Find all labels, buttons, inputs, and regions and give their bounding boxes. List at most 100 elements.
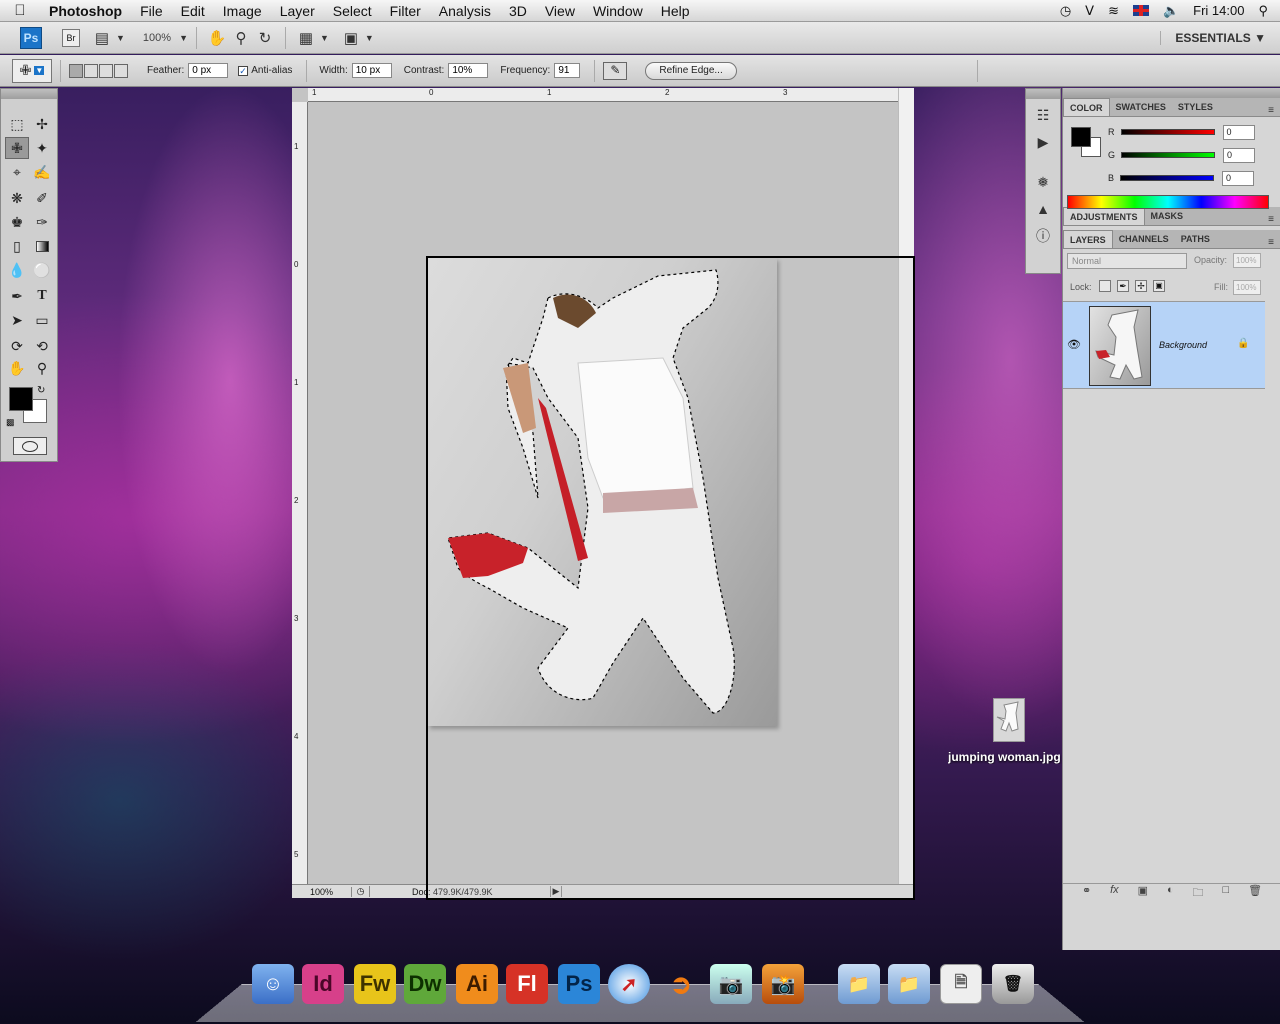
add-mask-icon[interactable]: ▣ — [1138, 884, 1148, 899]
fireworks-icon[interactable]: Fw — [354, 964, 396, 1004]
menu-app-name[interactable]: Photoshop — [40, 3, 131, 19]
volume-icon[interactable]: 🔈 — [1163, 3, 1179, 19]
zoom-tool-icon[interactable]: ⚲ — [30, 357, 54, 379]
chevron-down-icon[interactable]: ▼ — [320, 33, 329, 43]
subtract-from-selection-icon[interactable] — [99, 63, 113, 78]
spot-healing-icon[interactable]: ❋ — [5, 187, 29, 209]
dodge-tool-icon[interactable]: ⚪ — [30, 259, 54, 281]
new-layer-icon[interactable]: □ — [1222, 884, 1229, 899]
horizontal-ruler[interactable]: 1 0 1 2 3 — [308, 88, 898, 102]
rotate-view-icon[interactable]: ↻ — [253, 27, 277, 49]
flag-uk-icon[interactable] — [1132, 5, 1149, 16]
eraser-icon[interactable]: ▯ — [5, 235, 29, 257]
chevron-down-icon[interactable]: ▼ — [365, 33, 374, 43]
layer-row-background[interactable]: 👁 Background 🔒 — [1063, 301, 1265, 389]
green-value-input[interactable]: 0 — [1223, 147, 1256, 163]
pen-tool-icon[interactable]: ✒ — [5, 285, 29, 307]
illustrator-icon[interactable]: Ai — [456, 964, 498, 1004]
link-layers-icon[interactable]: ⚭ — [1082, 884, 1091, 899]
menu-edit[interactable]: Edit — [172, 3, 214, 19]
3d-orbit-icon[interactable]: ⟲ — [30, 335, 54, 357]
actions-panel-icon[interactable]: ▶ — [1031, 131, 1055, 153]
hand-tool-icon[interactable]: ✋ — [205, 27, 229, 49]
photo-canvas[interactable] — [428, 258, 777, 726]
zoom-tool-icon[interactable]: ⚲ — [229, 27, 253, 49]
trash-icon[interactable]: 🗑 — [992, 964, 1034, 1004]
tab-layers[interactable]: LAYERS — [1063, 230, 1113, 248]
layer-name[interactable]: Background — [1159, 340, 1207, 350]
safari-icon[interactable]: ➚ — [608, 964, 650, 1004]
path-selection-icon[interactable]: ➤ — [5, 309, 29, 331]
brush-tool-icon[interactable]: ✐ — [30, 187, 54, 209]
frequency-input[interactable] — [554, 63, 581, 78]
toolbox-header[interactable] — [1, 89, 57, 99]
default-colors-icon[interactable]: ▩ — [6, 417, 15, 428]
tab-masks[interactable]: MASKS — [1145, 207, 1190, 225]
tool-preset-picker[interactable]: ✙ ▼ — [12, 58, 52, 83]
tab-styles[interactable]: STYLES — [1172, 98, 1219, 116]
menu-filter[interactable]: Filter — [381, 3, 430, 19]
move-tool-icon[interactable]: ✢ — [30, 113, 54, 135]
tablet-pressure-icon[interactable]: ✎ — [603, 61, 628, 80]
tab-paths[interactable]: PATHS — [1175, 230, 1216, 248]
lock-position-icon[interactable]: ✢ — [1135, 280, 1147, 292]
workspace-switcher[interactable]: ESSENTIALS ▼ — [1160, 30, 1280, 45]
status-zoom[interactable]: 100% — [292, 886, 352, 897]
blue-slider[interactable] — [1120, 175, 1215, 181]
applications-folder-icon[interactable]: 📁 — [838, 964, 880, 1004]
navigator-panel-icon[interactable]: ❅ — [1031, 171, 1055, 193]
add-to-selection-icon[interactable] — [84, 63, 98, 78]
menu-window[interactable]: Window — [584, 3, 652, 19]
marquee-tool-icon[interactable]: ⬚ — [5, 113, 29, 135]
blur-tool-icon[interactable]: 💧 — [5, 259, 29, 281]
menu-3d[interactable]: 3D — [500, 3, 536, 19]
contrast-input[interactable] — [448, 63, 489, 78]
screen-mode-icon[interactable]: ▣ — [339, 27, 363, 49]
history-panel-icon[interactable]: ☷ — [1031, 104, 1055, 126]
3d-rotate-icon[interactable]: ⟳ — [5, 335, 29, 357]
menu-view[interactable]: View — [536, 3, 584, 19]
chevron-down-icon[interactable]: ▼ — [116, 33, 125, 43]
blend-mode-select[interactable]: Normal — [1067, 253, 1187, 269]
zoom-level-select[interactable]: 100% — [143, 32, 171, 44]
refine-edge-button[interactable]: Refine Edge... — [645, 61, 737, 80]
bridge-button[interactable]: Br — [62, 28, 80, 47]
photoshop-icon[interactable]: Ps — [558, 964, 600, 1004]
finder-icon[interactable]: ☺ — [252, 964, 294, 1004]
menu-file[interactable]: File — [131, 3, 172, 19]
acrobat-pdf-icon[interactable]: ➲ — [660, 964, 702, 1004]
menu-analysis[interactable]: Analysis — [430, 3, 500, 19]
magic-wand-icon[interactable]: ✦ — [30, 137, 54, 159]
delete-layer-icon[interactable]: 🗑 — [1248, 884, 1262, 899]
blue-value-input[interactable]: 0 — [1222, 170, 1255, 186]
apple-icon[interactable]:  — [0, 2, 40, 19]
menu-image[interactable]: Image — [214, 3, 271, 19]
view-extras-icon[interactable]: ▤ — [90, 27, 114, 49]
menu-help[interactable]: Help — [652, 3, 699, 19]
red-slider[interactable] — [1120, 129, 1215, 135]
type-tool-icon[interactable]: T — [30, 285, 54, 307]
time-machine-icon[interactable]: ◷ — [1060, 3, 1071, 19]
width-input[interactable] — [351, 63, 392, 78]
panel-menu-icon[interactable]: ≡ — [1268, 214, 1280, 225]
gradient-tool-icon[interactable] — [30, 235, 54, 257]
pdf-stack-icon[interactable]: 🗎 — [940, 964, 982, 1004]
menu-select[interactable]: Select — [324, 3, 381, 19]
rectangle-tool-icon[interactable]: ▭ — [30, 309, 54, 331]
layer-style-icon[interactable]: fx — [1110, 884, 1119, 899]
opacity-input[interactable]: 100% — [1233, 253, 1261, 268]
clock[interactable]: Fri 14:00 — [1193, 3, 1244, 18]
arrange-documents-icon[interactable]: ▦ — [294, 27, 318, 49]
iphoto-icon[interactable]: 📷 — [710, 964, 752, 1004]
dreamweaver-icon[interactable]: Dw — [404, 964, 446, 1004]
menu-layer[interactable]: Layer — [271, 3, 324, 19]
tab-color[interactable]: COLOR — [1063, 98, 1110, 116]
tab-adjustments[interactable]: ADJUSTMENTS — [1063, 207, 1145, 225]
hand-tool-icon[interactable]: ✋ — [5, 357, 29, 379]
lasso-tool-icon[interactable]: ✙ — [5, 137, 29, 159]
lock-all-icon[interactable]: ▣ — [1153, 280, 1165, 292]
wifi-icon[interactable]: ≋ — [1108, 3, 1119, 19]
intersect-selection-icon[interactable] — [114, 63, 128, 78]
indesign-icon[interactable]: Id — [302, 964, 344, 1004]
new-group-icon[interactable]: 🗀 — [1193, 884, 1204, 899]
